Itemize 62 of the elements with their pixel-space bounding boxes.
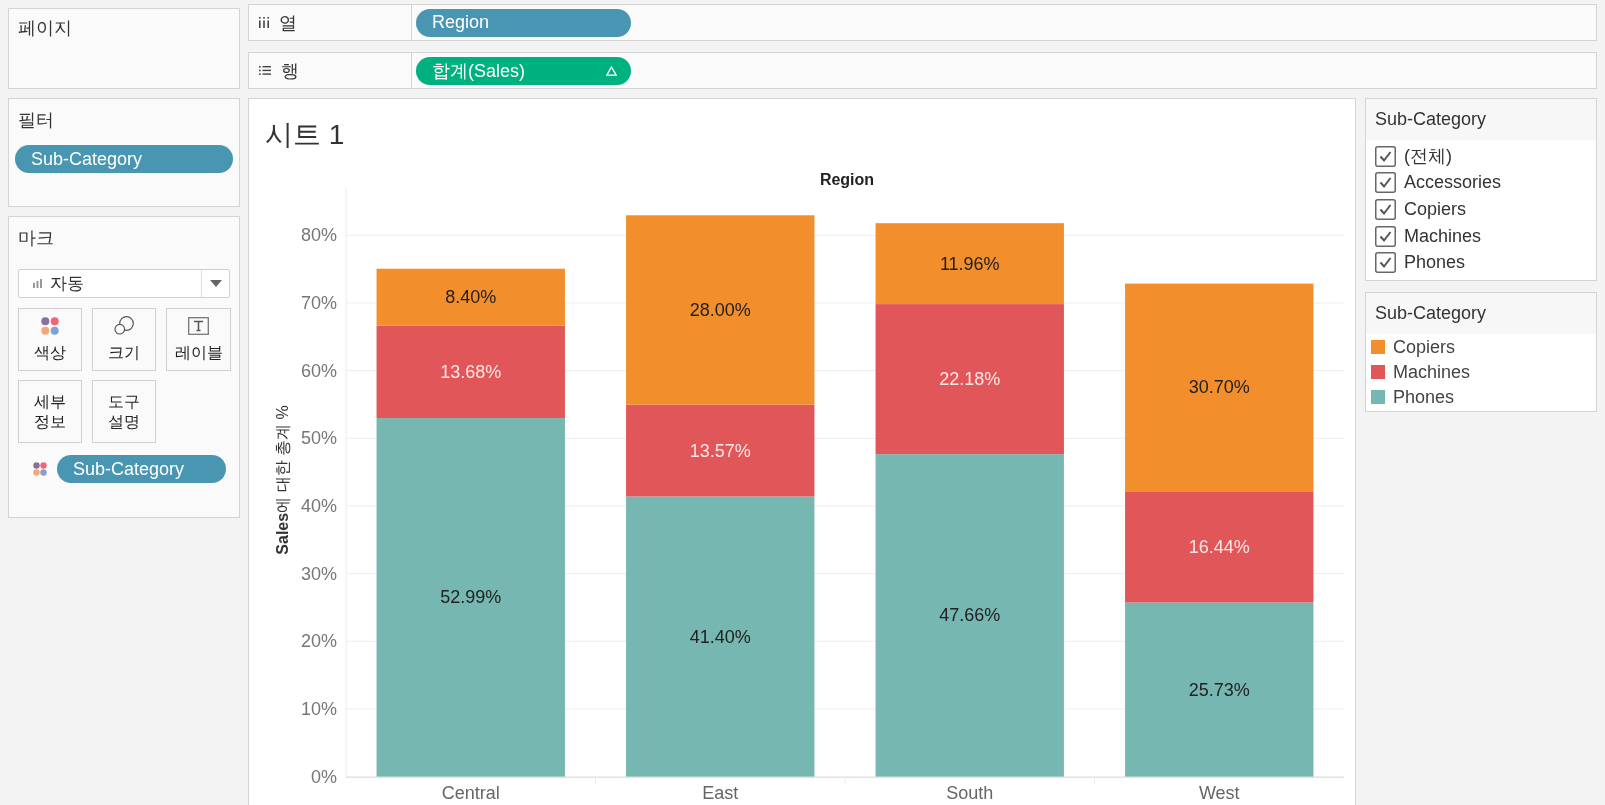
data-label: 41.40% [689,626,751,647]
circles-icon [114,316,134,335]
checkbox[interactable] [1375,199,1396,220]
data-label: 30.70% [1188,377,1250,398]
data-label: 8.40% [445,287,497,308]
legend-label: Phones [1393,386,1455,408]
x-axis-label: South [946,783,994,803]
color-button[interactable]: 색상 [18,308,82,371]
legend-label: Machines [1393,361,1471,383]
y-axis-label: 10% [300,698,337,719]
legend-title: Sub-Category [1366,99,1596,140]
checkbox[interactable] [1375,252,1396,274]
y-axis-label: 80% [300,225,337,246]
y-axis-label: 60% [300,360,337,381]
size-button[interactable]: 크기 [92,308,156,371]
columns-icon [259,17,269,28]
card-title: 필터 [18,109,54,131]
data-label: 16.44% [1188,536,1250,557]
checkbox[interactable] [1375,145,1396,167]
legend-label: Copiers [1393,336,1456,358]
data-label: 52.99% [440,587,502,608]
shelf-label: 열 [279,11,297,35]
text-icon [188,316,209,335]
y-axis-label: 40% [300,496,337,516]
data-label: 13.57% [689,440,751,461]
filter-option[interactable]: Copiers [1375,196,1467,223]
axis-header: Region [819,171,875,188]
data-label: 22.18% [939,369,1001,390]
data-label: 47.66% [939,605,1001,626]
filter-option[interactable]: Phones [1375,249,1466,276]
checkbox[interactable] [1375,225,1396,247]
tooltip-button[interactable]: 도구 설명 [92,380,156,443]
y-axis-label: 30% [300,563,337,584]
y-axis-label: 50% [300,428,337,449]
data-label: 25.73% [1188,679,1250,700]
color-dots-icon [41,316,59,335]
list-icon [259,66,271,75]
x-axis-label: West [1198,783,1240,803]
data-label: 13.68% [440,361,502,382]
mark-type-dropdown[interactable]: 자동 [18,269,230,298]
legend-title: Sub-Category [1366,292,1596,334]
label-button[interactable]: 레이블 [166,308,231,371]
shelf-label: 행 [281,59,299,83]
sheet-title: 시트 1 [265,119,345,151]
card-title: 페이지 [18,17,72,39]
x-axis-label: East [702,783,739,803]
detail-button[interactable]: 세부 정보 [18,380,82,443]
data-label: 11.96% [939,253,1000,274]
caret-icon [210,280,222,287]
y-axis-title: Sales에 대한 총계 % [273,405,291,555]
card-title: 마크 [18,227,54,249]
filter-option[interactable]: Machines [1375,222,1482,250]
y-axis-label: 0% [311,766,337,787]
x-axis-label: Central [441,783,500,803]
y-axis-label: 70% [300,293,337,313]
data-label: 28.00% [689,300,751,320]
y-axis-label: 20% [300,631,337,652]
filter-option[interactable]: Accessories [1375,169,1502,197]
filter-option[interactable]: (전체) [1375,143,1452,170]
bar-chart-icon [33,279,42,288]
checkbox[interactable] [1375,172,1396,194]
color-dots-icon [33,462,47,476]
